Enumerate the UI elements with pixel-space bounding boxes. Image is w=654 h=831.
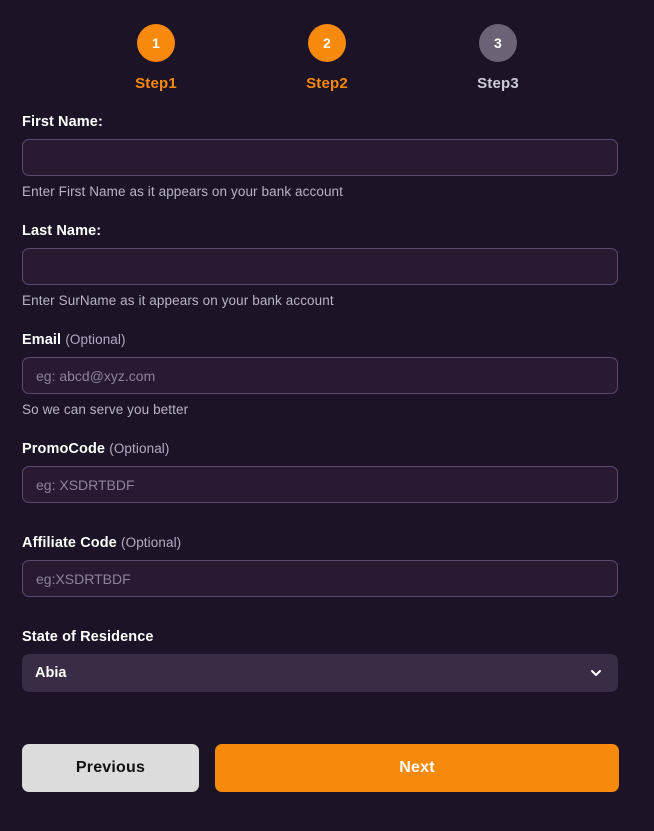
email-label-text: Email	[22, 332, 62, 348]
step-label-3: Step3	[477, 75, 519, 92]
promo-code-label: PromoCode (Optional)	[22, 441, 632, 457]
step-number-badge-1: 1	[137, 24, 175, 62]
field-email: Email (Optional) So we can serve you bet…	[22, 332, 632, 417]
affiliate-code-input[interactable]	[22, 560, 618, 597]
first-name-help-text: Enter First Name as it appears on your b…	[22, 184, 344, 199]
affiliate-code-label-text: Affiliate Code	[22, 535, 117, 551]
promo-code-label-text: PromoCode	[22, 441, 106, 457]
first-name-label: First Name:	[22, 114, 103, 130]
last-name-input[interactable]	[22, 248, 618, 285]
field-last-name: Last Name: Enter SurName as it appears o…	[22, 223, 632, 308]
state-of-residence-select[interactable]: Abia	[22, 654, 618, 692]
stepper: 1 Step1 2 Step2 3 Step3	[0, 0, 654, 92]
last-name-help-text: Enter SurName as it appears on your bank…	[22, 293, 334, 308]
email-label: Email (Optional)	[22, 332, 632, 348]
next-button[interactable]: Next	[215, 744, 619, 792]
step-label-1: Step1	[135, 75, 177, 92]
field-state-of-residence: State of Residence Abia	[22, 629, 632, 692]
promo-code-optional-tag: (Optional)	[109, 441, 170, 456]
signup-step2-page: 1 Step1 2 Step2 3 Step3 First Name: Ente…	[0, 0, 654, 831]
state-of-residence-select-wrap[interactable]: Abia	[22, 654, 618, 692]
promo-code-input[interactable]	[22, 466, 618, 503]
form-navigation-buttons: Previous Next	[0, 744, 654, 792]
step-number-badge-2: 2	[308, 24, 346, 62]
registration-form: First Name: Enter First Name as it appea…	[0, 114, 654, 692]
stepper-step-2[interactable]: 2 Step2	[287, 24, 367, 92]
affiliate-code-optional-tag: (Optional)	[121, 535, 182, 550]
email-optional-tag: (Optional)	[65, 332, 126, 347]
affiliate-code-label: Affiliate Code (Optional)	[22, 535, 632, 551]
field-first-name: First Name: Enter First Name as it appea…	[22, 114, 632, 199]
state-of-residence-selected-value: Abia	[35, 665, 67, 681]
email-help-text: So we can serve you better	[22, 402, 189, 417]
email-input[interactable]	[22, 357, 618, 394]
stepper-step-3[interactable]: 3 Step3	[458, 24, 538, 92]
previous-button[interactable]: Previous	[22, 744, 199, 792]
field-affiliate-code: Affiliate Code (Optional)	[22, 535, 632, 597]
last-name-label: Last Name:	[22, 223, 102, 239]
first-name-input[interactable]	[22, 139, 618, 176]
step-label-2: Step2	[306, 75, 348, 92]
state-of-residence-label: State of Residence	[22, 629, 154, 645]
field-promo-code: PromoCode (Optional)	[22, 441, 632, 503]
step-number-badge-3: 3	[479, 24, 517, 62]
stepper-step-1[interactable]: 1 Step1	[116, 24, 196, 92]
